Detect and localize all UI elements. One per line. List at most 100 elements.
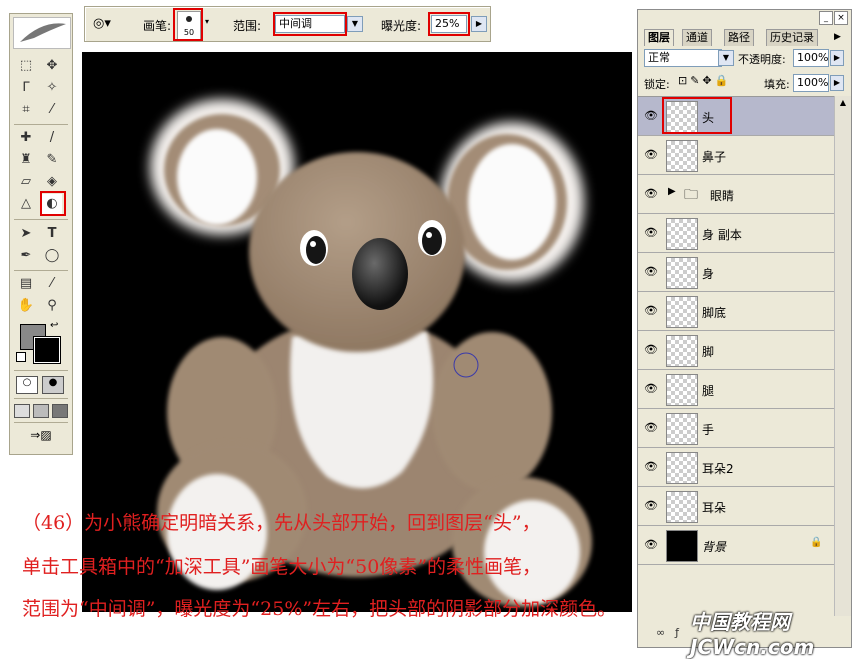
scroll-up-icon[interactable]: ▲ <box>837 98 849 110</box>
layer-name: 腿 <box>702 384 715 398</box>
visibility-eye-icon[interactable]: 👁 <box>644 109 658 123</box>
panel-menu-icon[interactable]: ▶ <box>834 32 841 42</box>
range-dropdown-icon[interactable]: ▼ <box>347 16 363 32</box>
visibility-eye-icon[interactable]: 👁 <box>644 460 658 474</box>
layer-row-legs[interactable]: 👁 腿 <box>638 370 834 409</box>
opacity-label: 不透明度: <box>738 53 786 66</box>
crop-tool-icon[interactable]: ⌗ <box>16 100 36 120</box>
clone-stamp-icon[interactable]: ♜ <box>16 150 36 170</box>
layer-row-body[interactable]: 👁 身 <box>638 253 834 292</box>
tab-paths[interactable]: 路径 <box>724 29 754 46</box>
toolbox-divider <box>14 422 68 423</box>
move-tool-icon[interactable]: ✥ <box>42 56 62 76</box>
layer-thumbnail <box>666 335 698 367</box>
visibility-eye-icon[interactable]: 👁 <box>644 382 658 396</box>
eyedropper-icon[interactable]: ⁄ <box>42 274 62 294</box>
paint-bucket-icon[interactable]: ◈ <box>42 172 62 192</box>
tab-history[interactable]: 历史记录 <box>766 29 818 46</box>
layer-name: 耳朵2 <box>702 462 734 476</box>
swap-colors-icon[interactable]: ↩ <box>50 320 58 331</box>
blend-mode-dropdown-icon[interactable]: ▼ <box>718 50 734 66</box>
exposure-highlight <box>428 12 470 36</box>
watermark: 中国教程网 JCWcn.com <box>690 610 815 659</box>
toolbox-divider <box>14 124 68 125</box>
layer-row-soles[interactable]: 👁 脚底 <box>638 292 834 331</box>
eraser-tool-icon[interactable]: ▱ <box>16 172 36 192</box>
history-brush-icon[interactable]: ✎ <box>42 150 62 170</box>
ellipse-tool-icon[interactable]: ◯ <box>42 246 62 266</box>
zoom-tool-icon[interactable]: ⚲ <box>42 296 62 316</box>
background-color-swatch[interactable] <box>33 336 61 364</box>
type-tool-icon[interactable]: T <box>42 224 62 244</box>
notes-tool-icon[interactable]: ▤ <box>16 274 36 294</box>
layer-row-body-copy[interactable]: 👁 身 副本 <box>638 214 834 253</box>
quick-mask-icon[interactable]: ● <box>42 376 64 394</box>
screen-mode-menu-icon[interactable] <box>33 404 49 418</box>
folder-icon: 🗀 <box>684 187 698 203</box>
visibility-eye-icon[interactable]: 👁 <box>644 343 658 357</box>
healing-brush-icon[interactable]: ✚ <box>16 128 36 148</box>
layer-name: 身 副本 <box>702 228 742 242</box>
visibility-eye-icon[interactable]: 👁 <box>644 148 658 162</box>
tab-layers[interactable]: 图层 <box>644 29 674 46</box>
lasso-tool-icon[interactable]: ᒥ <box>16 78 36 98</box>
layer-row-hands[interactable]: 👁 手 <box>638 409 834 448</box>
panel-titlebar: _ × <box>638 10 851 26</box>
jump-to-imageready-icon[interactable]: ⇒▨ <box>18 428 64 446</box>
tab-channels[interactable]: 通道 <box>682 29 712 46</box>
pen-tool-icon[interactable]: ✒ <box>16 246 36 266</box>
layer-row-feet[interactable]: 👁 脚 <box>638 331 834 370</box>
opacity-input[interactable]: 100% <box>793 49 829 67</box>
visibility-eye-icon[interactable]: 👁 <box>644 499 658 513</box>
toolbox-divider <box>14 370 68 371</box>
brush-highlight <box>173 8 203 41</box>
visibility-eye-icon[interactable]: 👁 <box>644 421 658 435</box>
lock-options-icon[interactable]: ⊡✎✥🔒 <box>678 74 731 87</box>
exposure-slider-icon[interactable]: ▶ <box>471 16 487 32</box>
visibility-eye-icon[interactable]: 👁 <box>644 304 658 318</box>
close-icon[interactable]: × <box>834 11 848 25</box>
magic-wand-icon[interactable]: ✧ <box>42 78 62 98</box>
opacity-slider-icon[interactable]: ▶ <box>830 50 844 66</box>
link-layers-icon[interactable]: ∞ <box>656 626 675 639</box>
visibility-eye-icon[interactable]: 👁 <box>644 226 658 240</box>
layer-group-eyes[interactable]: 👁 ▶ 🗀 眼睛 <box>638 175 834 214</box>
path-selection-icon[interactable]: ➤ <box>16 224 36 244</box>
blend-mode-select[interactable]: 正常 <box>644 49 722 67</box>
screen-mode-full-icon[interactable] <box>52 404 68 418</box>
minimize-icon[interactable]: _ <box>819 11 833 25</box>
layer-thumbnail <box>666 140 698 172</box>
layers-scrollbar[interactable]: ▲ <box>834 96 851 616</box>
hand-tool-icon[interactable]: ✋ <box>16 296 36 316</box>
layer-row-background[interactable]: 👁 背景 🔒 <box>638 526 834 565</box>
marquee-tool-icon[interactable]: ⬚ <box>16 56 36 76</box>
fill-input[interactable]: 100% <box>793 74 829 92</box>
range-label: 范围: <box>233 19 262 33</box>
range-highlight <box>273 12 347 36</box>
fill-slider-icon[interactable]: ▶ <box>830 75 844 91</box>
layer-row-nose[interactable]: 👁 鼻子 <box>638 136 834 175</box>
default-colors-icon[interactable] <box>16 352 26 362</box>
layer-style-icon[interactable]: ƒ <box>675 626 689 639</box>
toolbox-divider <box>14 398 68 399</box>
visibility-eye-icon[interactable]: 👁 <box>644 187 658 201</box>
exposure-label: 曝光度: <box>381 19 422 33</box>
brush-tool-icon[interactable]: / <box>42 128 62 148</box>
layer-row-ears[interactable]: 👁 耳朵 <box>638 487 834 526</box>
visibility-eye-icon[interactable]: 👁 <box>644 265 658 279</box>
layer-thumbnail <box>666 452 698 484</box>
layer-name: 鼻子 <box>702 150 727 164</box>
standard-mode-icon[interactable]: ○ <box>16 376 38 394</box>
layer-name: 手 <box>702 423 715 437</box>
layer-row-head[interactable]: 👁 头 <box>638 97 834 136</box>
visibility-eye-icon[interactable]: 👁 <box>644 538 658 552</box>
expand-triangle-icon[interactable]: ▶ <box>668 186 676 197</box>
layer-row-ears2[interactable]: 👁 耳朵2 <box>638 448 834 487</box>
burn-tool-preset-icon[interactable]: ◎▾ <box>93 15 119 33</box>
brush-picker-arrow-icon[interactable]: ▾ <box>205 17 209 26</box>
screen-mode-standard-icon[interactable] <box>14 404 30 418</box>
layer-thumbnail <box>666 491 698 523</box>
blur-tool-icon[interactable]: △ <box>16 194 36 214</box>
feather-logo-icon <box>13 17 71 49</box>
slice-tool-icon[interactable]: ⁄ <box>42 100 62 120</box>
